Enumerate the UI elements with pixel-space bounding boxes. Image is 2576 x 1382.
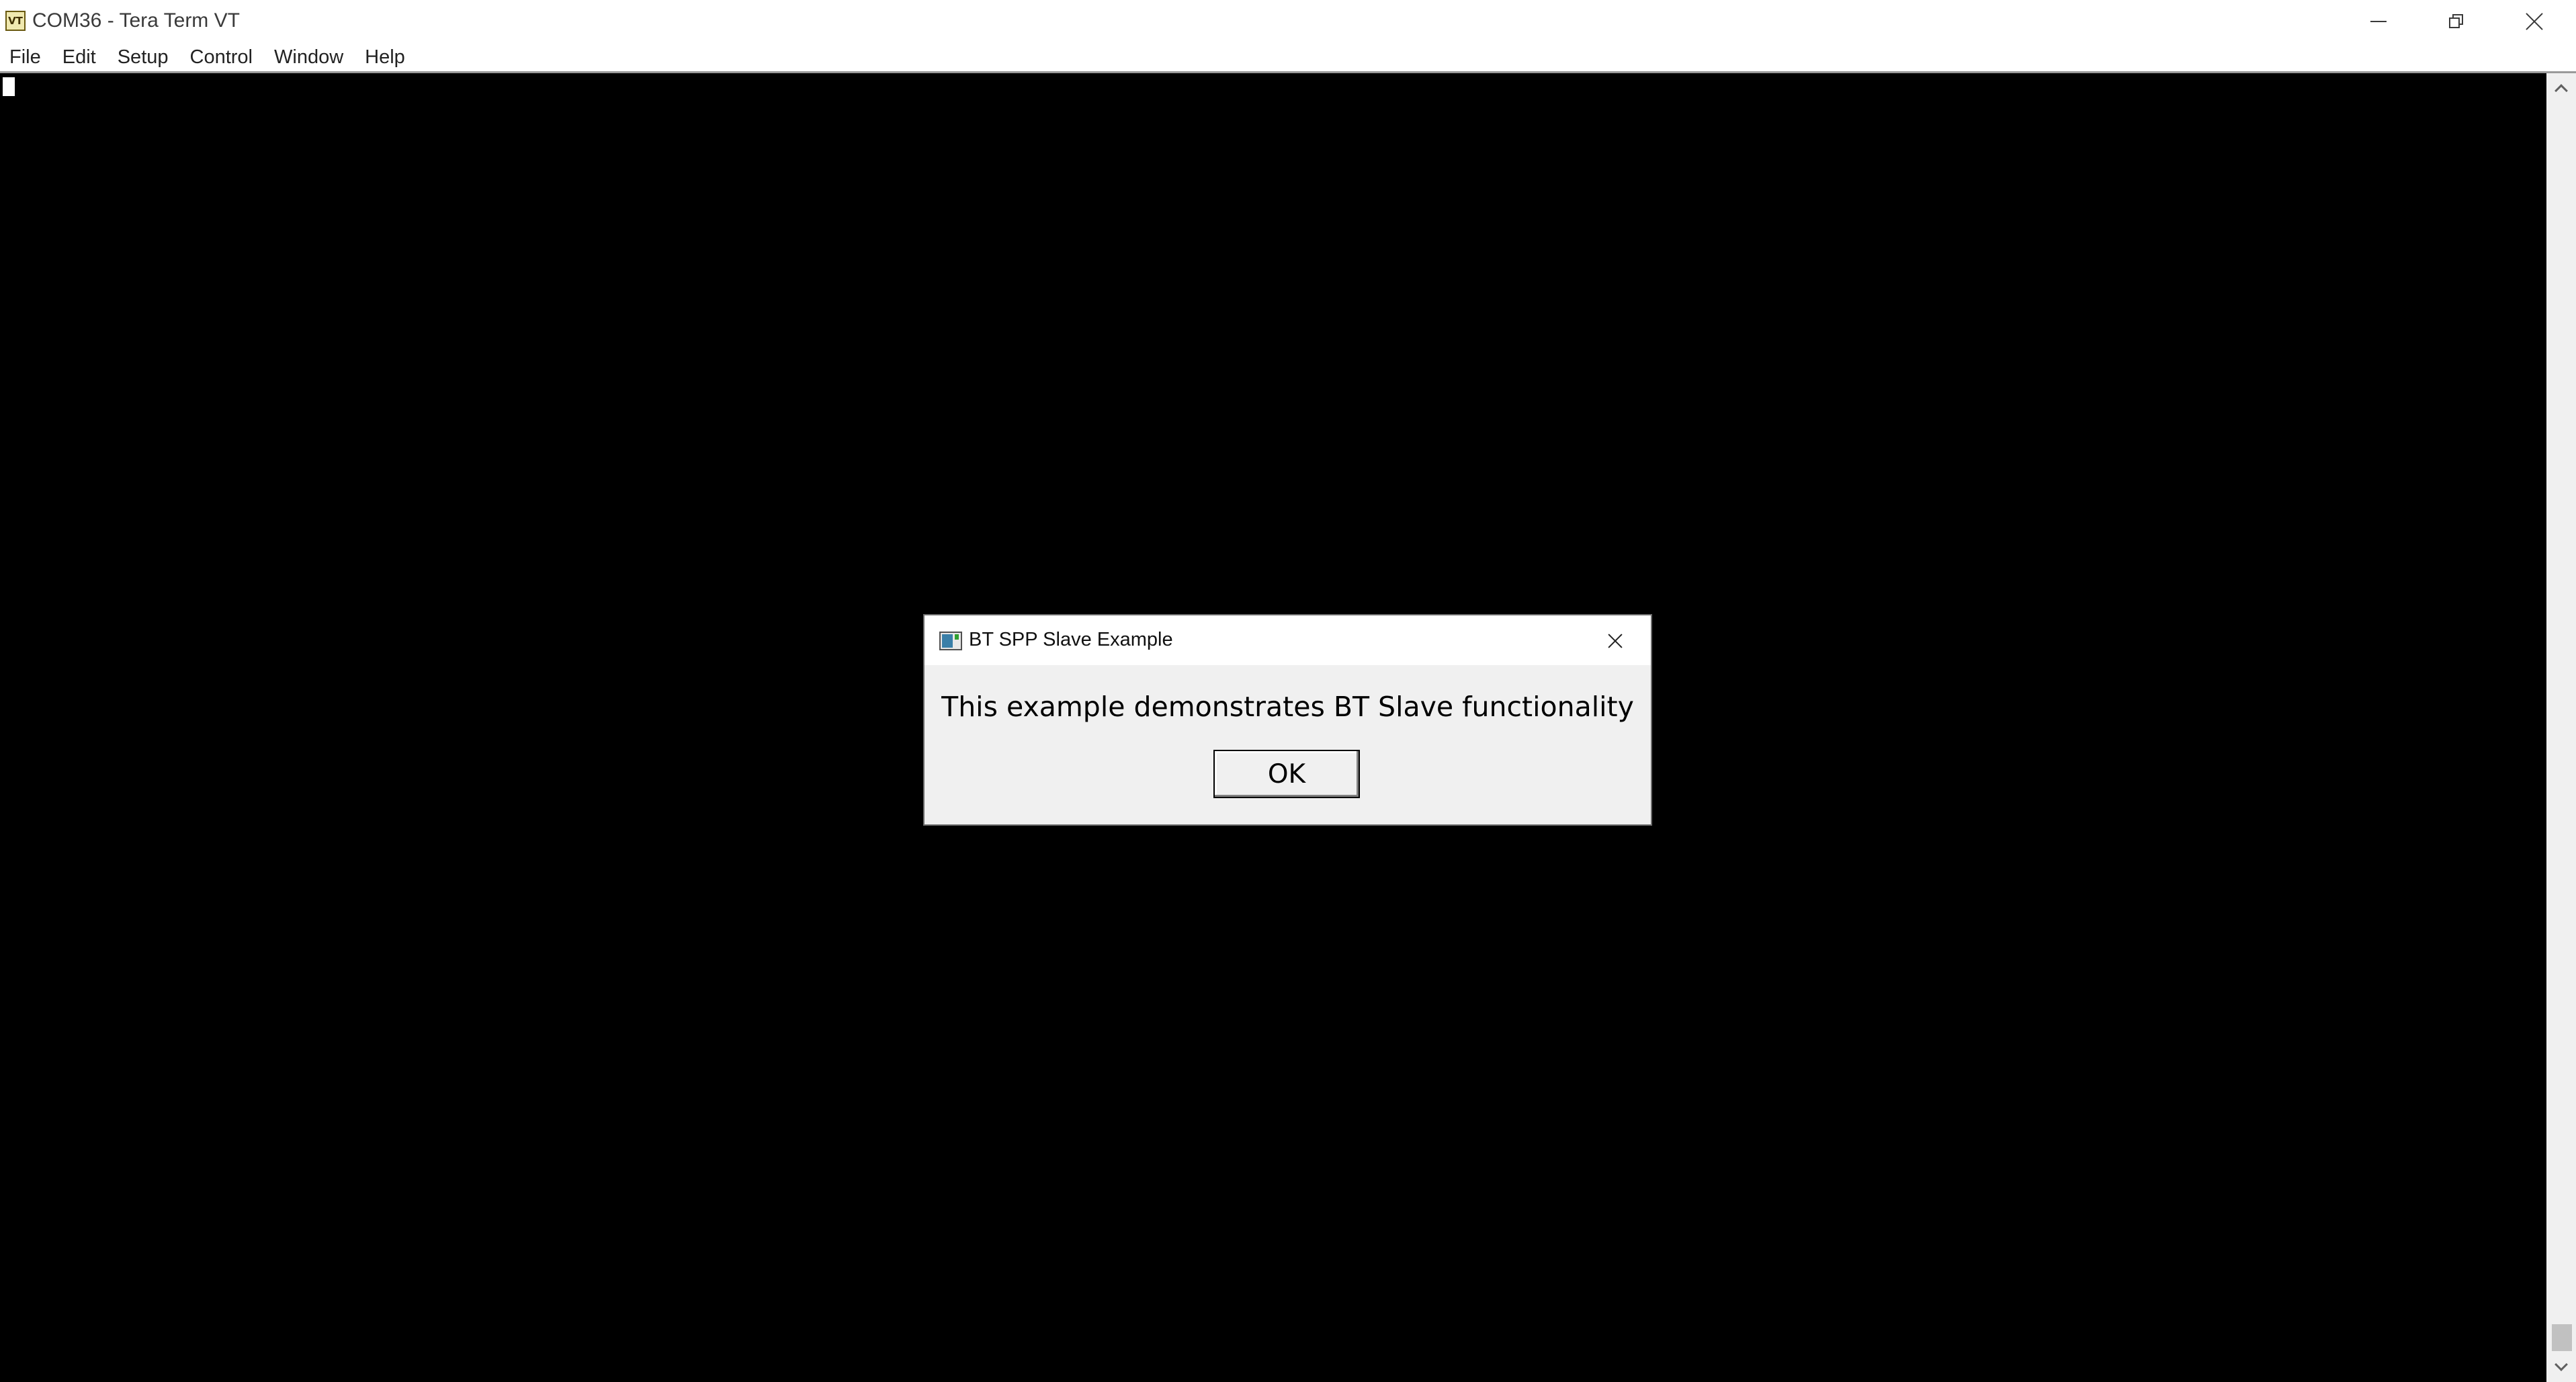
menu-help[interactable]: Help	[354, 43, 416, 71]
tera-term-window: VT COM36 - Tera Term VT File Edit Setup …	[0, 0, 2576, 1382]
minimize-icon	[2370, 21, 2387, 22]
scroll-up-button[interactable]	[2546, 73, 2576, 103]
restore-icon	[2449, 14, 2464, 29]
dialog-close-button[interactable]	[1602, 628, 1629, 654]
title-bar[interactable]: VT COM36 - Tera Term VT	[0, 0, 2576, 43]
menu-bar: File Edit Setup Control Window Help	[0, 43, 2576, 71]
close-button[interactable]	[2495, 0, 2573, 43]
menu-edit[interactable]: Edit	[52, 43, 107, 71]
message-dialog: BT SPP Slave Example This example demons…	[923, 614, 1652, 826]
dialog-message: This example demonstrates BT Slave funct…	[941, 691, 1634, 723]
ok-button[interactable]: OK	[1213, 750, 1360, 798]
menu-control[interactable]: Control	[179, 43, 264, 71]
menu-setup[interactable]: Setup	[107, 43, 179, 71]
close-icon	[2526, 13, 2543, 30]
window-title: COM36 - Tera Term VT	[32, 9, 240, 32]
menu-window[interactable]: Window	[263, 43, 354, 71]
vertical-scrollbar[interactable]	[2546, 73, 2576, 1382]
minimize-button[interactable]	[2339, 0, 2417, 43]
scroll-thumb[interactable]	[2552, 1324, 2572, 1351]
menu-file[interactable]: File	[0, 43, 52, 71]
dialog-title: BT SPP Slave Example	[969, 629, 1173, 650]
restore-button[interactable]	[2417, 0, 2495, 43]
scroll-down-button[interactable]	[2546, 1352, 2576, 1382]
close-icon	[1608, 634, 1623, 648]
tera-term-vt-icon[interactable]: VT	[5, 11, 26, 31]
app-window-icon	[939, 632, 962, 650]
chevron-up-icon	[2554, 84, 2568, 97]
dialog-title-bar[interactable]: BT SPP Slave Example	[925, 615, 1651, 665]
chevron-down-icon	[2554, 1358, 2568, 1371]
terminal-cursor	[3, 77, 15, 96]
